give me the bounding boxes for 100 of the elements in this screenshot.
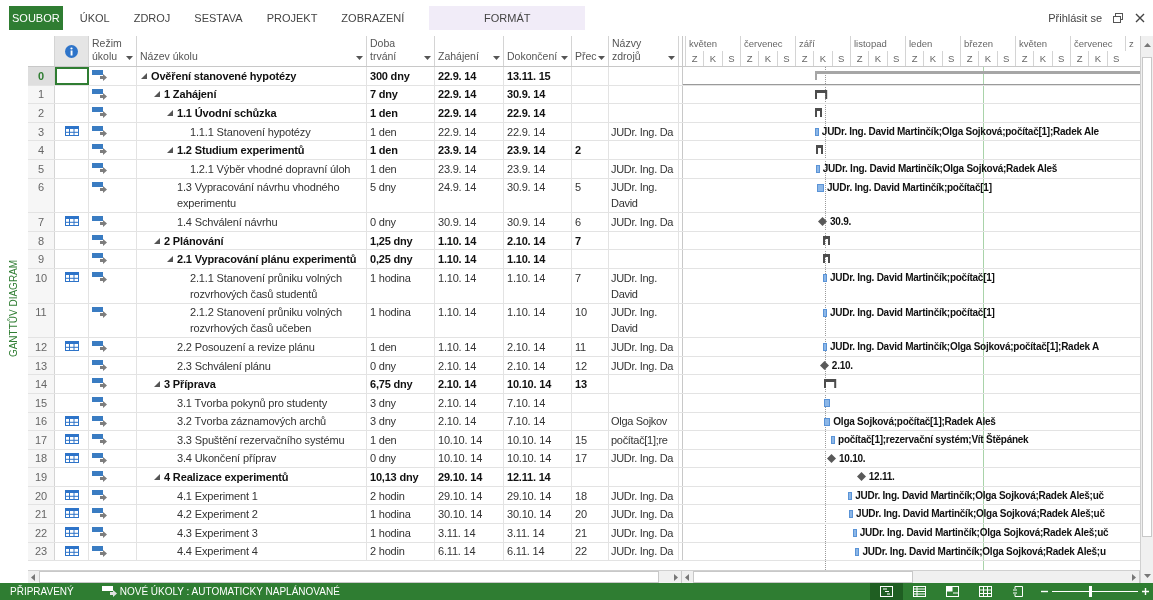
- collapse-triangle-icon[interactable]: [167, 110, 173, 116]
- ribbon-tab[interactable]: PROJEKT: [255, 6, 329, 30]
- task-bar: [814, 127, 819, 136]
- timescale-label: Z: [794, 51, 814, 66]
- column-header[interactable]: Doba trvání: [370, 37, 422, 63]
- task-name[interactable]: 3.4 Ukončení příprav: [177, 450, 277, 467]
- task-name[interactable]: 3.1 Tvorba pokynů pro studenty: [177, 394, 327, 411]
- row-number: 6: [28, 178, 55, 213]
- timescale-label: listopad: [850, 36, 905, 51]
- task-name[interactable]: 4.4 Experiment 4: [177, 543, 258, 560]
- summary-bar: [814, 108, 822, 118]
- table-cell: 2.10. 14: [507, 359, 546, 372]
- dropdown-caret-icon[interactable]: [561, 56, 568, 60]
- timescale-label: Z: [1014, 51, 1034, 66]
- collapse-triangle-icon[interactable]: [167, 147, 173, 154]
- file-tab[interactable]: SOUBOR: [9, 6, 63, 30]
- column-header[interactable]: Režim úkolu: [92, 37, 124, 63]
- table-cell: 2 hodin: [370, 489, 405, 502]
- task-name[interactable]: 2.1.1 Stanovení průniku volných rozvrhových časů studentů: [190, 269, 366, 302]
- task-name[interactable]: 2.1.2 Stanovení průniku volných rozvrhových časů učeben: [190, 304, 366, 337]
- task-name[interactable]: 1.2.1 Výběr vhodné dopravní úloh: [190, 160, 351, 177]
- task-name[interactable]: 1.1.1 Stanovení hypotézy: [190, 123, 311, 140]
- table-cell: 30.9. 14: [507, 88, 546, 101]
- zoom-slider[interactable]: [1052, 586, 1138, 597]
- collapse-triangle-icon[interactable]: [141, 72, 147, 79]
- zoom-in-icon[interactable]: [1142, 588, 1149, 595]
- dropdown-caret-icon[interactable]: [493, 56, 500, 60]
- collapse-triangle-icon[interactable]: [154, 91, 160, 98]
- dropdown-caret-icon[interactable]: [356, 56, 363, 60]
- table-cell: 11: [575, 340, 587, 353]
- ribbon-tab[interactable]: FORMÁT: [429, 6, 586, 30]
- column-header[interactable]: Dokončení: [507, 50, 559, 63]
- task-name[interactable]: Ověření stanovené hypotézy: [151, 67, 297, 84]
- sign-in-link[interactable]: Přihlásit se: [1048, 6, 1102, 30]
- scrollbar-thumb[interactable]: [39, 571, 659, 583]
- table-cell: JUDr. Ing. Da: [611, 340, 674, 353]
- table-cell: 1.10. 14: [438, 340, 477, 353]
- timescale-label: září: [795, 36, 850, 51]
- task-name[interactable]: 2 Plánování: [164, 232, 224, 249]
- column-header[interactable]: Název úkolu: [140, 50, 354, 63]
- task-name[interactable]: 1.2 Studium experimentů: [177, 142, 305, 159]
- task-name[interactable]: 2.3 Schválení plánu: [177, 357, 271, 374]
- ribbon-tab[interactable]: ZDROJ: [122, 6, 182, 30]
- task-name[interactable]: 1.4 Schválení návrhu: [177, 213, 278, 230]
- view-button[interactable]: [870, 583, 903, 600]
- task-bar: [823, 417, 831, 426]
- ribbon-tab[interactable]: ZOBRAZENÍ: [330, 6, 416, 30]
- dropdown-caret-icon[interactable]: [126, 56, 133, 60]
- auto-schedule-icon: [92, 181, 107, 193]
- table-cell: 1.10. 14: [507, 306, 546, 319]
- table-cell: 29.10. 14: [438, 471, 483, 484]
- ribbon-tab[interactable]: SESTAVA: [183, 6, 254, 30]
- table-cell: 10.10. 14: [438, 452, 483, 465]
- timescale-label: červenec: [1070, 36, 1125, 51]
- task-name[interactable]: 2.1 Vypracování plánu experimentů: [177, 251, 357, 268]
- selected-cell[interactable]: [55, 67, 89, 85]
- scrollbar-thumb[interactable]: [1142, 57, 1152, 537]
- table-cell: 5 dny: [370, 181, 396, 194]
- task-name[interactable]: 3.2 Tvorba záznamových archů: [177, 413, 327, 430]
- slider-thumb[interactable]: [1089, 586, 1093, 597]
- table-cell: 1 hodina: [370, 271, 411, 284]
- zoom-out-icon[interactable]: [1041, 588, 1048, 595]
- task-name[interactable]: 4.2 Experiment 2: [177, 506, 258, 523]
- milestone-diamond: [819, 360, 829, 370]
- auto-schedule-icon: [92, 234, 107, 246]
- table-cell: 1.10. 14: [507, 271, 546, 284]
- collapse-triangle-icon[interactable]: [154, 474, 160, 481]
- auto-schedule-icon: [92, 216, 107, 228]
- table-cell: 30.9. 14: [507, 181, 546, 194]
- collapse-triangle-icon[interactable]: [154, 381, 160, 388]
- collapse-triangle-icon[interactable]: [154, 237, 160, 244]
- collapse-triangle-icon[interactable]: [167, 256, 173, 263]
- task-name[interactable]: 4.1 Experiment 1: [177, 487, 258, 504]
- dropdown-caret-icon[interactable]: [598, 56, 605, 60]
- auto-schedule-icon: [92, 489, 107, 501]
- table-cell: 30.9. 14: [438, 215, 477, 228]
- row-number: 12: [28, 338, 55, 356]
- task-name[interactable]: 3.3 Spuštění rezervačního systému: [177, 431, 345, 448]
- task-name[interactable]: 1.3 Vypracování návrhu vhodného experimentu: [177, 179, 366, 212]
- table-cell: 1 den: [370, 125, 397, 138]
- task-name[interactable]: 4.3 Experiment 3: [177, 524, 258, 541]
- dropdown-caret-icon[interactable]: [668, 56, 675, 60]
- scrollbar-thumb[interactable]: [693, 571, 913, 583]
- table-cell: 1.10. 14: [438, 253, 477, 266]
- task-name[interactable]: 3 Příprava: [164, 376, 216, 393]
- task-name[interactable]: 1 Zahájení: [164, 86, 217, 103]
- ribbon-tab[interactable]: ÚKOL: [68, 6, 121, 30]
- bar-label: JUDr. Ing. David Martinčík;Olga Sojková;Radek Aleš: [822, 161, 1058, 176]
- table-cell: 10.10. 14: [438, 433, 483, 446]
- task-name[interactable]: 1.1 Úvodní schůzka: [177, 105, 277, 121]
- auto-schedule-icon: [92, 434, 107, 446]
- column-header[interactable]: Zahájení: [438, 50, 491, 63]
- table-cell: 18: [575, 489, 587, 502]
- column-header[interactable]: Názvy zdrojů: [612, 37, 666, 63]
- task-name[interactable]: 4 Realizace experimentů: [164, 469, 289, 486]
- task-bar: [822, 273, 827, 282]
- column-header[interactable]: Přec: [575, 50, 596, 63]
- task-name[interactable]: 2.2 Posouzení a revize plánu: [177, 338, 315, 355]
- dropdown-caret-icon[interactable]: [424, 56, 431, 60]
- auto-schedule-icon: [92, 378, 107, 390]
